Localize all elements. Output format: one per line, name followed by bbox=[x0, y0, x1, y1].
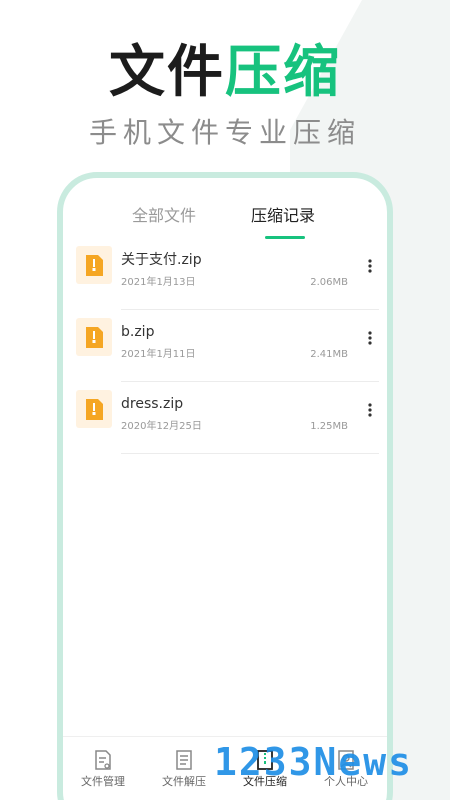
nav-file-manage[interactable]: 文件管理 bbox=[63, 749, 143, 799]
file-manage-icon bbox=[95, 750, 111, 770]
more-options-icon[interactable] bbox=[365, 400, 375, 420]
list-item[interactable]: 关于支付.zip 2021年1月13日 2.06MB bbox=[63, 238, 387, 310]
file-size: 1.25MB bbox=[310, 421, 348, 432]
file-date: 2021年1月11日 bbox=[121, 349, 196, 360]
watermark-logo: 1233News bbox=[214, 740, 414, 784]
file-list: 关于支付.zip 2021年1月13日 2.06MB b.zip 2021年1月… bbox=[63, 238, 387, 454]
file-name: 关于支付.zip bbox=[121, 252, 202, 268]
subline: 手机文件专业压缩 bbox=[88, 116, 361, 149]
file-extract-icon bbox=[176, 750, 192, 770]
file-date: 2020年12月25日 bbox=[121, 421, 202, 432]
file-name: dress.zip bbox=[121, 396, 184, 412]
list-item[interactable]: b.zip 2021年1月11日 2.41MB bbox=[63, 310, 387, 382]
zip-file-icon bbox=[76, 318, 112, 356]
nav-label: 文件管理 bbox=[81, 775, 125, 788]
file-size: 2.41MB bbox=[310, 349, 348, 360]
zip-file-icon bbox=[76, 246, 112, 284]
phone-frame: 全部文件 压缩记录 关于支付.zip 2021年1月13日 2.06MB b.z… bbox=[57, 172, 393, 800]
tab-all-files[interactable]: 全部文件 bbox=[132, 204, 196, 228]
headline-part2: 压缩 bbox=[225, 40, 341, 105]
file-date: 2021年1月13日 bbox=[121, 277, 196, 288]
more-options-icon[interactable] bbox=[365, 256, 375, 276]
nav-file-extract[interactable]: 文件解压 bbox=[144, 749, 224, 799]
file-size: 2.06MB bbox=[310, 277, 348, 288]
nav-label: 文件解压 bbox=[162, 775, 206, 788]
headline-part1: 文件 bbox=[109, 40, 225, 105]
row-divider bbox=[121, 453, 379, 454]
tab-compress-records[interactable]: 压缩记录 bbox=[251, 204, 315, 228]
zip-file-icon bbox=[76, 390, 112, 428]
more-options-icon[interactable] bbox=[365, 328, 375, 348]
file-name: b.zip bbox=[121, 324, 155, 340]
list-item[interactable]: dress.zip 2020年12月25日 1.25MB bbox=[63, 382, 387, 454]
headline: 文件压缩 bbox=[0, 38, 450, 108]
